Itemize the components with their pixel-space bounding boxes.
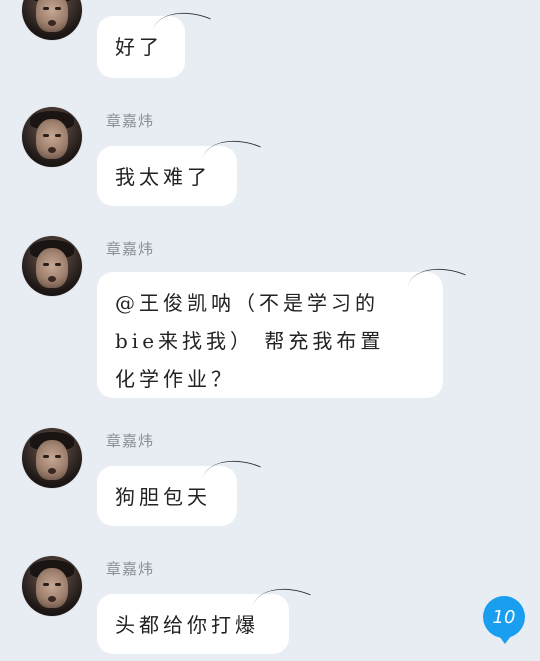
message-bubble[interactable]: 头都给你打爆 [97,575,311,654]
message-line: 化学作业？ [115,367,235,391]
avatar[interactable] [22,0,82,40]
message-line: bie来找我） 帮充我布置 [115,329,385,353]
message-text: 狗胆包天 [115,485,211,509]
avatar[interactable] [22,556,82,616]
message-bubble[interactable]: @王俊凯呐（不是学习的 bie来找我） 帮充我布置 化学作业？ [97,255,466,398]
message-text: 头都给你打爆 [115,613,259,637]
sender-name: 章嘉炜 [106,240,155,258]
message-bubble[interactable]: 狗胆包天 [97,447,261,526]
message-text: 好了 [115,35,163,59]
message-line: @王俊凯呐（不是学习的 [115,291,379,315]
unread-count-badge[interactable]: 10 [483,596,525,644]
message-text: 我太难了 [115,165,211,189]
sender-name: 章嘉炜 [106,560,155,578]
message-bubble[interactable]: 我太难了 [97,127,261,206]
avatar[interactable] [22,236,82,296]
message-bubble[interactable]: 好了 [97,0,211,78]
bubble-tail-decoration [253,575,311,624]
bubble-tail-decoration [203,447,261,496]
sender-name: 章嘉炜 [106,432,155,450]
bubble-tail-decoration [203,127,261,176]
sender-name: 章嘉炜 [106,112,155,130]
avatar[interactable] [22,107,82,167]
avatar[interactable] [22,428,82,488]
chat-thread: 好了 章嘉炜 我太难了 章嘉炜 @王俊凯呐（不是学习的 bie来找我） 帮充我布… [0,0,540,661]
